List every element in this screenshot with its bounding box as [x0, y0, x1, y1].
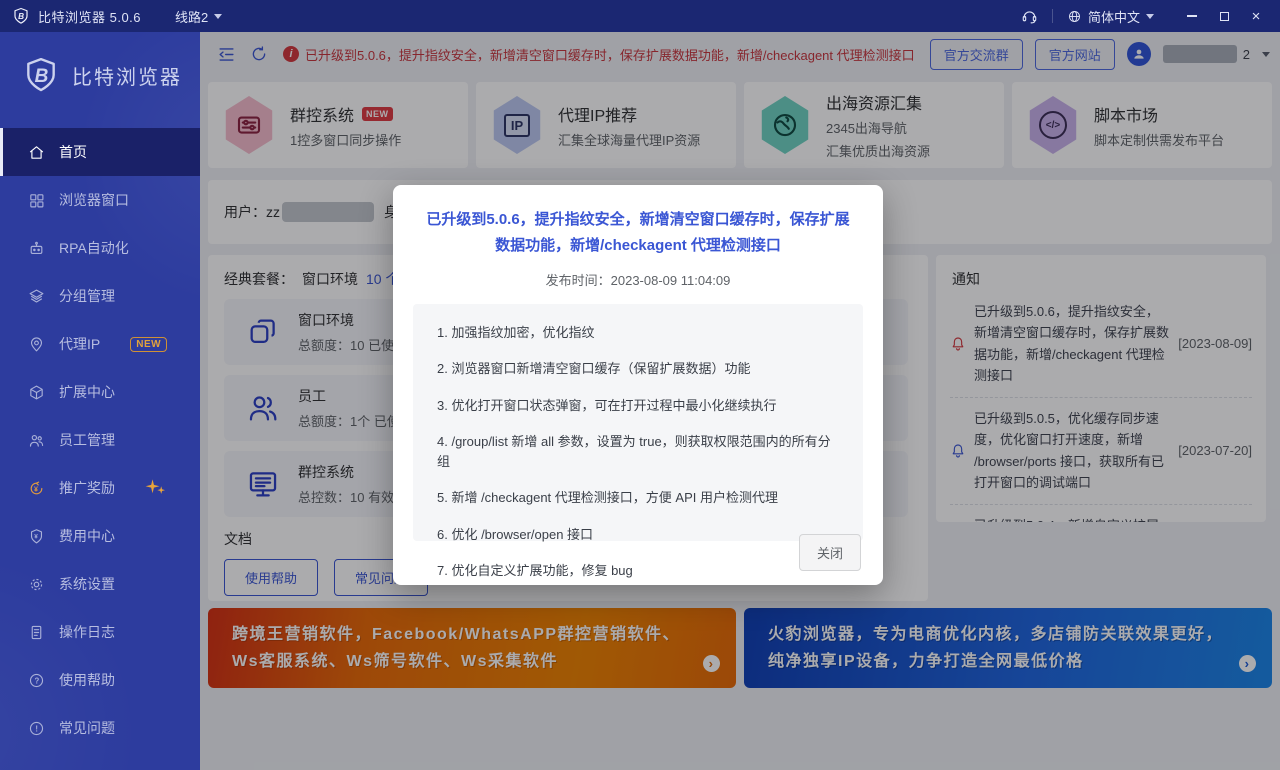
- maximize-button[interactable]: [1210, 3, 1238, 29]
- sidebar-item-billing[interactable]: ¥ 费用中心: [0, 512, 200, 560]
- modal-close-button[interactable]: 关闭: [798, 534, 861, 571]
- system-titlebar: B 比特浏览器 5.0.6 线路2 简体中文 ×: [0, 0, 1280, 32]
- changelog-item: 7. 优化自定义扩展功能，修复 bug: [437, 563, 633, 578]
- info-circle-icon: !: [28, 720, 45, 737]
- sidebar-item-label: 费用中心: [59, 528, 115, 544]
- sidebar-item-logs[interactable]: 操作日志: [0, 608, 200, 656]
- changelog-item: 2. 浏览器窗口新增清空窗口缓存（保留扩展数据）功能: [437, 361, 751, 376]
- sidebar-item-label: 浏览器窗口: [59, 192, 129, 208]
- sidebar-item-label: 首页: [59, 144, 87, 160]
- language-label: 简体中文: [1087, 9, 1140, 25]
- svg-text:?: ?: [35, 676, 40, 685]
- sidebar-item-help[interactable]: ? 使用帮助: [0, 656, 200, 704]
- sidebar-item-staff[interactable]: 员工管理: [0, 416, 200, 464]
- sidebar-item-extensions[interactable]: 扩展中心: [0, 368, 200, 416]
- changelog-item: 4. /group/list 新增 all 参数，设置为 true，则获取权限范…: [437, 434, 831, 469]
- globe-icon: [1067, 9, 1082, 24]
- changelog-item: 5. 新增 /checkagent 代理检测接口，方便 API 用户检测代理: [437, 490, 778, 505]
- sidebar-item-settings[interactable]: 系统设置: [0, 560, 200, 608]
- chevron-down-icon: [214, 13, 223, 19]
- sidebar-item-home[interactable]: 首页: [0, 128, 200, 176]
- new-badge: NEW: [130, 336, 168, 352]
- changelog-item: 3. 优化打开窗口状态弹窗，可在打开过程中最小化继续执行: [437, 397, 777, 413]
- sidebar-item-faq[interactable]: ! 常见问题: [0, 704, 200, 752]
- grid-windows-icon: [28, 192, 45, 209]
- line-selector[interactable]: 线路2: [175, 7, 223, 26]
- sidebar-menu: 首页 浏览器窗口 RPA自动化 分组管理 代理IP NEW 扩展中心 员工管理 …: [0, 118, 200, 752]
- update-notes-modal: 已升级到5.0.6，提升指纹安全，新增清空窗口缓存时，保存扩展数据功能，新增/c…: [393, 185, 883, 585]
- sidebar: B 比特浏览器 首页 浏览器窗口 RPA自动化 分组管理 代理IP NEW 扩展…: [0, 32, 200, 770]
- changelog-item: 1. 加强指纹加密，优化指纹: [437, 324, 595, 340]
- svg-text:B: B: [35, 66, 49, 87]
- question-circle-icon: ?: [28, 672, 45, 689]
- sidebar-item-rpa[interactable]: RPA自动化: [0, 224, 200, 272]
- sidebar-item-rewards[interactable]: ¥ 推广奖励: [0, 464, 200, 512]
- sidebar-item-label: RPA自动化: [59, 240, 129, 256]
- support-headset-icon[interactable]: [1021, 8, 1038, 25]
- minimize-button[interactable]: [1178, 3, 1206, 29]
- chevron-down-icon: [1146, 13, 1154, 19]
- sidebar-item-label: 代理IP: [59, 336, 101, 352]
- log-document-icon: [28, 624, 45, 641]
- shield-yuan-icon: ¥: [28, 528, 45, 545]
- sidebar-item-label: 扩展中心: [59, 384, 115, 400]
- home-icon: [28, 144, 45, 161]
- modal-changelog: 1. 加强指纹加密，优化指纹 2. 浏览器窗口新增清空窗口缓存（保留扩展数据）功…: [413, 303, 863, 578]
- app-logo-icon: B: [12, 7, 30, 25]
- sparkles-icon: [143, 478, 169, 498]
- layers-icon: [28, 288, 45, 305]
- gear-icon: [28, 576, 45, 593]
- changelog-item: 6. 优化 /browser/open 接口: [437, 526, 594, 542]
- svg-text:B: B: [18, 12, 24, 21]
- language-selector[interactable]: 简体中文: [1067, 7, 1154, 26]
- sidebar-item-label: 使用帮助: [59, 672, 115, 688]
- titlebar-divider: [1051, 9, 1053, 23]
- sidebar-item-proxy-ip[interactable]: 代理IP NEW: [0, 320, 200, 368]
- sidebar-item-label: 推广奖励: [59, 480, 115, 496]
- location-pin-icon: [28, 336, 45, 353]
- modal-title: 已升级到5.0.6，提升指纹安全，新增清空窗口缓存时，保存扩展数据功能，新增/c…: [426, 211, 850, 255]
- close-window-button[interactable]: ×: [1242, 3, 1270, 29]
- sidebar-item-label: 常见问题: [59, 720, 115, 736]
- sidebar-logo: B 比特浏览器: [0, 32, 200, 118]
- svg-text:¥: ¥: [34, 533, 38, 540]
- sidebar-item-label: 操作日志: [59, 624, 115, 640]
- people-icon: [28, 432, 45, 449]
- sidebar-item-label: 员工管理: [59, 432, 115, 448]
- sidebar-logo-text: 比特浏览器: [72, 66, 182, 89]
- sidebar-item-label: 系统设置: [59, 576, 115, 592]
- svg-text:¥: ¥: [34, 485, 38, 493]
- sidebar-item-label: 分组管理: [59, 288, 115, 304]
- app-logo-icon: B: [22, 56, 60, 94]
- sidebar-item-groups[interactable]: 分组管理: [0, 272, 200, 320]
- modal-publish-time: 发布时间：2023-08-09 11:04:09: [545, 272, 731, 288]
- app-title: 比特浏览器 5.0.6: [38, 9, 142, 25]
- reward-coin-icon: ¥: [28, 480, 45, 497]
- robot-icon: [28, 240, 45, 257]
- sidebar-item-browser-windows[interactable]: 浏览器窗口: [0, 176, 200, 224]
- cube-icon: [28, 384, 45, 401]
- svg-text:!: !: [35, 724, 38, 733]
- line-label: 线路2: [175, 9, 209, 25]
